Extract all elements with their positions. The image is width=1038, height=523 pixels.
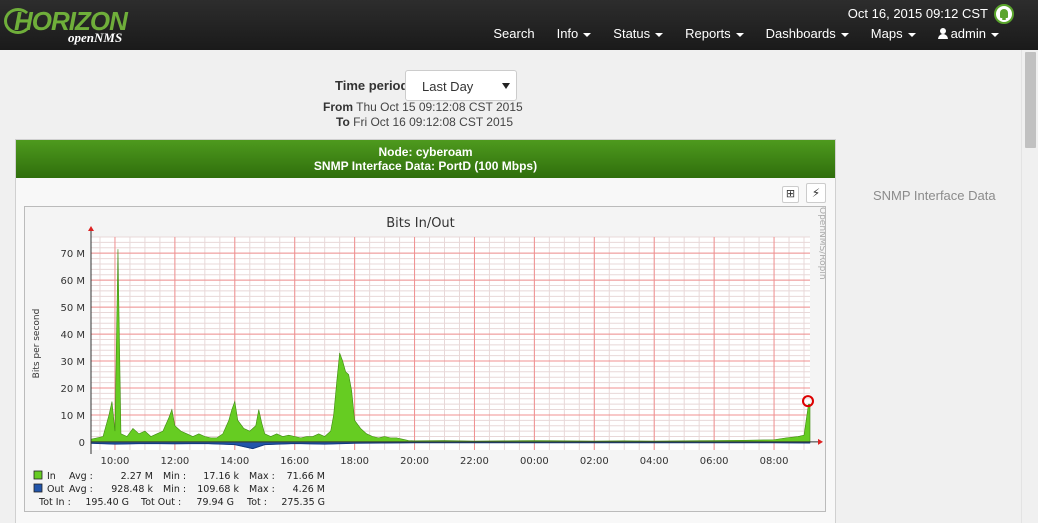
total-in-label: Tot In : [38, 497, 71, 508]
nav-item-label: Search [493, 26, 535, 41]
x-tick-label: 10:00 [101, 456, 130, 467]
legend-min-value: 17.16 k [203, 471, 239, 482]
x-tick-label: 06:00 [700, 456, 729, 467]
panel-body: ⊞ ⚡ 0 10 M 20 M 30 M 40 M 50 M 60 M 70 M 10:00 12… [16, 178, 835, 523]
x-tick-label: 04:00 [640, 456, 669, 467]
y-tick-label: 50 M [60, 303, 85, 314]
x-tick-label: 16:00 [280, 456, 309, 467]
nav-item-label: Maps [870, 26, 903, 41]
time-period-selected-value: Last Day [422, 79, 474, 94]
y-tick-label: 20 M [60, 384, 85, 395]
node-title: Node: cyberoam [378, 145, 473, 159]
notification-bell-icon[interactable] [994, 4, 1014, 24]
legend-min-label: Min : [163, 484, 186, 495]
nav-item-label: Status [613, 26, 651, 41]
chart-title: Bits In/Out [386, 216, 455, 231]
legend-min-value: 109.68 k [197, 484, 239, 495]
to-label: To [336, 115, 350, 129]
nav-item-label: Info [556, 26, 579, 41]
to-value: Fri Oct 16 09:12:08 CST 2015 [353, 115, 513, 129]
legend-series-name: In [47, 471, 56, 482]
x-axis-arrow-icon [818, 438, 823, 445]
y-tick-label: 30 M [60, 357, 85, 368]
plus-square-icon[interactable]: ⊞ [782, 186, 799, 203]
legend-min-label: Min : [163, 471, 186, 482]
from-value: Thu Oct 15 09:12:08 CST 2015 [356, 100, 523, 114]
legend-avg-label: Avg : [69, 471, 93, 482]
total-in-value: 195.40 G [85, 497, 129, 508]
nav-item-label: admin [950, 26, 986, 41]
scrollbar-thumb[interactable] [1025, 52, 1036, 148]
panel-header: Node: cyberoam SNMP Interface Data: Port… [16, 140, 835, 178]
total-label: Tot : [246, 497, 267, 508]
bits-in-out-chart: 0 10 M 20 M 30 M 40 M 50 M 60 M 70 M 10:00 12:00 1… [32, 207, 827, 508]
nav-item-reports[interactable]: Reports [674, 24, 755, 43]
nav-item-search[interactable]: Search [482, 24, 545, 43]
vertical-scrollbar[interactable] [1021, 50, 1038, 523]
caret-down-icon [655, 32, 664, 37]
legend-swatch-in [33, 470, 43, 480]
to-line: To Fri Oct 16 09:12:08 CST 2015 [336, 115, 513, 129]
from-line: From Thu Oct 15 09:12:08 CST 2015 [323, 100, 523, 114]
from-label: From [323, 100, 353, 114]
x-tick-label: 12:00 [160, 456, 189, 467]
nav-item-maps[interactable]: Maps [860, 24, 927, 43]
total-out-value: 79.94 G [196, 497, 234, 508]
x-tick-label: 02:00 [580, 456, 609, 467]
x-tick-label: 22:00 [460, 456, 489, 467]
total-value: 275.35 G [281, 497, 325, 508]
nav-item-label: Dashboards [765, 26, 836, 41]
x-tick-label: 18:00 [340, 456, 369, 467]
side-graph-label[interactable]: SNMP Interface Data [873, 188, 996, 203]
caret-down-icon [991, 32, 999, 37]
x-tick-label: 14:00 [220, 456, 249, 467]
y-tick-label: 60 M [60, 276, 85, 287]
nav-item-status[interactable]: Status [602, 24, 674, 43]
legend-swatch-out [33, 483, 43, 493]
x-tick-label: 00:00 [520, 456, 549, 467]
watermark-text: OpenNMS/Ropin [817, 207, 825, 280]
y-tick-label: 70 M [60, 249, 85, 260]
caret-down-icon [840, 32, 849, 37]
nav-item-info[interactable]: Info [546, 24, 603, 43]
y-tick-label: 0 [79, 438, 85, 449]
y-axis-label: Bits per second [32, 309, 42, 379]
nav-item-admin[interactable]: admin [927, 24, 1010, 43]
lightning-icon[interactable]: ⚡ [806, 183, 826, 203]
time-period-select[interactable]: Last Day [405, 70, 517, 101]
x-tick-label: 08:00 [760, 456, 789, 467]
legend-avg-value: 928.48 k [111, 484, 153, 495]
legend-max-value: 71.66 M [287, 471, 325, 482]
legend-avg-value: 2.27 M [121, 471, 153, 482]
caret-down-icon [735, 32, 744, 37]
legend-series-name: Out [47, 484, 64, 495]
legend-avg-label: Avg : [69, 484, 93, 495]
main-menu: Search Info Status Reports Dashboards Maps adm… [482, 24, 1010, 43]
current-datetime: Oct 16, 2015 09:12 CST [847, 6, 988, 21]
interface-subtitle: SNMP Interface Data: PortD (100 Mbps) [313, 159, 538, 173]
y-tick-label: 10 M [60, 411, 85, 422]
caret-down-icon [583, 32, 592, 37]
legend-max-value: 4.26 M [293, 484, 325, 495]
x-tick-label: 20:00 [400, 456, 429, 467]
nav-item-label: Reports [685, 26, 731, 41]
logo-sub-text: openNMS [68, 30, 123, 45]
legend-max-label: Max : [249, 471, 275, 482]
total-out-label: Tot Out : [140, 497, 181, 508]
top-navbar: HORIZON openNMS Oct 16, 2015 09:12 CST S… [0, 0, 1038, 50]
graph-panel: Node: cyberoam SNMP Interface Data: Port… [15, 139, 836, 523]
y-axis-arrow-icon [88, 226, 94, 231]
nav-item-dashboards[interactable]: Dashboards [755, 24, 860, 43]
opennms-horizon-logo[interactable]: HORIZON openNMS [4, 6, 144, 46]
time-period-label: Time period [335, 78, 409, 93]
legend-max-label: Max : [249, 484, 275, 495]
graph-image[interactable]: 0 10 M 20 M 30 M 40 M 50 M 60 M 70 M 10:00 12:00 1… [24, 206, 827, 512]
caret-down-icon [907, 32, 916, 37]
chevron-down-icon [502, 83, 510, 89]
user-icon [937, 28, 948, 39]
y-tick-label: 40 M [60, 330, 85, 341]
